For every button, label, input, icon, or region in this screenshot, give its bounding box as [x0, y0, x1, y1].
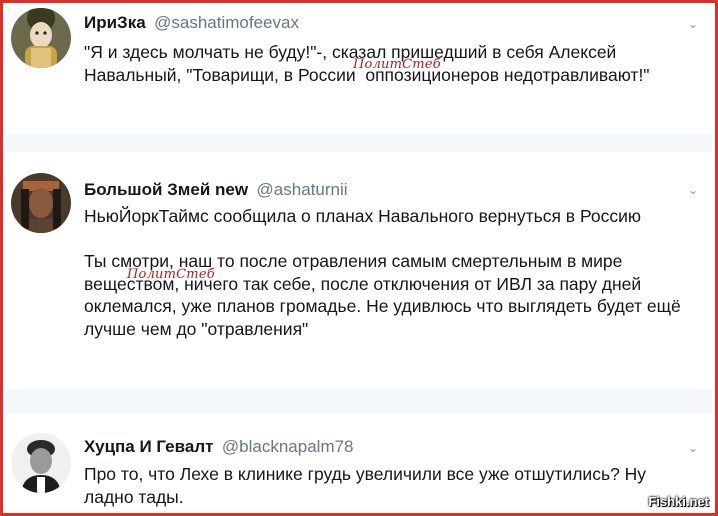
avatar-image: [11, 173, 71, 233]
avatar[interactable]: [11, 173, 71, 233]
screenshot-frame: ИриЗка @sashatimofeevax ⌄ "Я и здесь мол…: [0, 0, 718, 516]
site-badge: Fishki.net: [648, 494, 709, 509]
tweet-text: Про то, что Лехе в клинике грудь увеличи…: [84, 464, 647, 507]
avatar-image: [11, 433, 71, 493]
tweet-2[interactable]: Большой Змей new @ashaturnii ⌄ НьюЙоркТа…: [6, 153, 712, 389]
tweet-divider: [6, 134, 712, 152]
avatar-image: [11, 8, 71, 68]
avatar[interactable]: [11, 433, 71, 493]
chevron-down-icon[interactable]: ⌄: [688, 184, 702, 196]
tweet-3[interactable]: Хуцпа И Гевалт @blacknapalm78 ⌄ Про то, …: [6, 413, 712, 513]
author-handle[interactable]: @sashatimofeevax: [154, 13, 299, 32]
chevron-down-icon[interactable]: ⌄: [688, 18, 702, 30]
author-handle[interactable]: @blacknapalm78: [222, 437, 354, 456]
watermark: ПолитСтеб: [127, 267, 215, 282]
author-name[interactable]: Хуцпа И Гевалт: [84, 437, 213, 456]
tweet-divider: [6, 389, 712, 413]
chevron-down-icon[interactable]: ⌄: [688, 442, 702, 454]
author-name[interactable]: Большой Змей new: [84, 180, 248, 199]
author-name[interactable]: ИриЗка: [84, 13, 146, 32]
author-handle[interactable]: @ashaturnii: [257, 180, 348, 199]
watermark: ПолитСтеб: [353, 57, 441, 72]
avatar[interactable]: [11, 8, 71, 68]
